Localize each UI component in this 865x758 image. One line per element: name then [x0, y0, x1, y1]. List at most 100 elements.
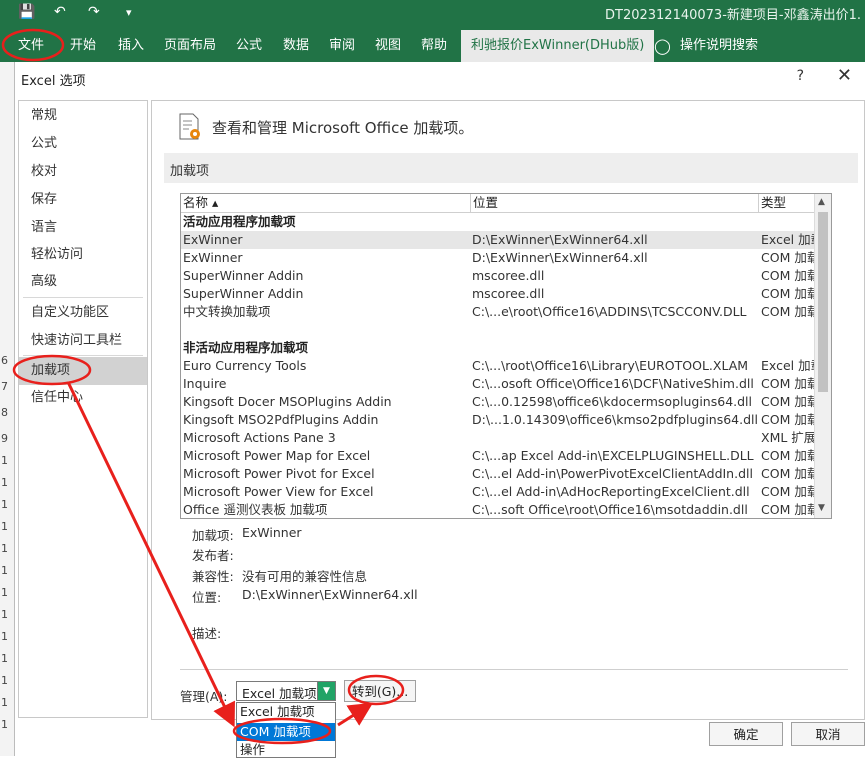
- column-name[interactable]: 名称 ▴: [181, 194, 471, 212]
- add-ins-table: 名称 ▴ 位置 类型 活动应用程序加载项 ExWinner D:\ExWinne…: [180, 193, 832, 519]
- cell-type: COM 加载项: [761, 304, 815, 319]
- tab-home[interactable]: 开始: [70, 30, 96, 62]
- group-active: 活动应用程序加载项: [183, 214, 296, 229]
- tab-exwinner[interactable]: 利驰报价ExWinner(DHub版): [461, 30, 655, 62]
- table-row[interactable]: Microsoft Power Pivot for Excel C:\...el…: [181, 465, 815, 483]
- table-row[interactable]: Kingsoft Docer MSOPlugins Addin C:\...0.…: [181, 393, 815, 411]
- detail-description-label: 描述:: [192, 626, 222, 641]
- cell-name: Kingsoft Docer MSOPlugins Addin: [183, 394, 392, 409]
- excel-title-bar: 💾 ↶ ↷ ▾ DT202312140073-新建项目-邓鑫涛出价1. 文件 开…: [0, 0, 865, 62]
- option-actions[interactable]: 操作: [237, 741, 335, 757]
- redo-icon[interactable]: ↷: [88, 4, 100, 20]
- option-com-add-ins[interactable]: COM 加载项: [237, 723, 335, 741]
- cell-name: Microsoft Power View for Excel: [183, 484, 374, 499]
- cell-name: Kingsoft MSO2PdfPlugins Addin: [183, 412, 379, 427]
- tab-page-layout[interactable]: 页面布局: [164, 30, 216, 62]
- document-title: DT202312140073-新建项目-邓鑫涛出价1.: [605, 8, 861, 23]
- cell-name: SuperWinner Addin: [183, 268, 304, 283]
- nav-accessibility[interactable]: 轻松访问: [19, 242, 147, 268]
- scroll-down-icon[interactable]: ▼: [818, 503, 825, 513]
- cell-type: COM 加载项: [761, 376, 815, 391]
- nav-proofing[interactable]: 校对: [19, 159, 147, 185]
- cell-location: D:\ExWinner\ExWinner64.xll: [472, 250, 648, 265]
- row-number: 1: [1, 652, 8, 665]
- nav-quick-access-toolbar[interactable]: 快速访问工具栏: [19, 328, 147, 354]
- cell-type: COM 加载项: [761, 286, 815, 301]
- cell-location: mscoree.dll: [472, 286, 545, 301]
- manage-select[interactable]: Excel 加载项 ▼: [236, 681, 336, 701]
- scroll-up-icon[interactable]: ▲: [818, 197, 825, 207]
- table-row[interactable]: SuperWinner Addin mscoree.dll COM 加载项: [181, 267, 815, 285]
- chevron-down-icon[interactable]: ▼: [317, 682, 335, 700]
- cell-name: Microsoft Power Map for Excel: [183, 448, 371, 463]
- table-row[interactable]: Microsoft Actions Pane 3 XML 扩展包: [181, 429, 815, 447]
- options-nav: 常规 公式 校对 保存 语言 轻松访问 高级 自定义功能区 快速访问工具栏 加载…: [18, 100, 148, 718]
- ok-button[interactable]: 确定: [709, 722, 783, 746]
- table-row[interactable]: SuperWinner Addin mscoree.dll COM 加载项: [181, 285, 815, 303]
- section-label: 加载项: [170, 164, 210, 179]
- tab-data[interactable]: 数据: [283, 30, 309, 62]
- scroll-thumb[interactable]: [818, 212, 828, 392]
- table-row[interactable]: ExWinner D:\ExWinner\ExWinner64.xll Exce…: [181, 231, 815, 249]
- manage-divider: [180, 669, 848, 670]
- table-row[interactable]: ExWinner D:\ExWinner\ExWinner64.xll COM …: [181, 249, 815, 267]
- tab-insert[interactable]: 插入: [118, 30, 144, 62]
- nav-add-ins[interactable]: 加载项: [19, 357, 147, 385]
- table-row[interactable]: Euro Currency Tools C:\...\root\Office16…: [181, 357, 815, 375]
- help-button[interactable]: ?: [797, 68, 804, 84]
- table-scrollbar[interactable]: ▲ ▼: [814, 194, 831, 518]
- cell-type: COM 加载项: [761, 448, 815, 463]
- save-icon[interactable]: 💾: [18, 4, 35, 20]
- tab-formulas[interactable]: 公式: [236, 30, 262, 62]
- column-location[interactable]: 位置: [471, 194, 759, 212]
- detail-addin-value: ExWinner: [242, 525, 302, 540]
- cell-location: C:\...\root\Office16\Library\EUROTOOL.XL…: [472, 358, 749, 373]
- table-row[interactable]: Microsoft Power Map for Excel C:\...ap E…: [181, 447, 815, 465]
- cell-name: ExWinner: [183, 232, 243, 247]
- row-number: 8: [1, 406, 8, 419]
- tab-review[interactable]: 审阅: [329, 30, 355, 62]
- nav-customize-ribbon[interactable]: 自定义功能区: [19, 300, 147, 326]
- nav-save[interactable]: 保存: [19, 187, 147, 213]
- dialog-title: Excel 选项: [21, 74, 86, 89]
- row-number: 9: [1, 432, 8, 445]
- row-number: 1: [1, 696, 8, 709]
- nav-trust-center[interactable]: 信任中心: [19, 385, 147, 411]
- panel-header: 查看和管理 Microsoft Office 加载项。: [212, 119, 474, 137]
- row-number: 1: [1, 674, 8, 687]
- manage-select-value: Excel 加载项: [242, 686, 317, 701]
- nav-advanced[interactable]: 高级: [19, 269, 147, 295]
- manage-dropdown-list: Excel 加载项 COM 加载项 操作: [236, 702, 336, 758]
- cell-name: Microsoft Actions Pane 3: [183, 430, 336, 445]
- tell-me-search[interactable]: 操作说明搜索: [680, 30, 758, 62]
- nav-general[interactable]: 常规: [19, 103, 147, 129]
- table-row[interactable]: 中文转换加载项 C:\...e\root\Office16\ADDINS\TCS…: [181, 303, 815, 321]
- cell-name: SuperWinner Addin: [183, 286, 304, 301]
- lightbulb-icon: ◯: [654, 37, 671, 55]
- table-row[interactable]: Inquire C:\...osoft Office\Office16\DCF\…: [181, 375, 815, 393]
- cancel-button[interactable]: 取消: [791, 722, 865, 746]
- group-inactive: 非活动应用程序加载项: [183, 340, 309, 355]
- row-number: 1: [1, 542, 8, 555]
- column-type[interactable]: 类型: [759, 194, 815, 212]
- row-number: 1: [1, 498, 8, 511]
- nav-formulas[interactable]: 公式: [19, 131, 147, 157]
- customize-qat-icon[interactable]: ▾: [126, 6, 132, 19]
- ribbon-tabs: 文件 开始 插入 页面布局 公式 数据 审阅 视图 帮助 利驰报价ExWinne…: [0, 30, 865, 62]
- table-row[interactable]: Kingsoft MSO2PdfPlugins Addin D:\...1.0.…: [181, 411, 815, 429]
- option-excel-add-ins[interactable]: Excel 加载项: [237, 703, 335, 721]
- table-row[interactable]: Office 遥测仪表板 加载项 C:\...soft Office\root\…: [181, 501, 815, 518]
- tab-help[interactable]: 帮助: [421, 30, 447, 62]
- go-button[interactable]: 转到(G)...: [344, 680, 416, 702]
- row-number: 1: [1, 476, 8, 489]
- cell-type: COM 加载项: [761, 484, 815, 499]
- tab-file[interactable]: 文件: [18, 30, 44, 62]
- tab-view[interactable]: 视图: [375, 30, 401, 62]
- quick-access-toolbar: 💾 ↶ ↷ ▾ DT202312140073-新建项目-邓鑫涛出价1.: [0, 0, 865, 26]
- cell-name: Inquire: [183, 376, 227, 391]
- detail-compat-label: 兼容性:: [192, 569, 234, 584]
- table-row[interactable]: Microsoft Power View for Excel C:\...el …: [181, 483, 815, 501]
- close-button[interactable]: ✕: [837, 65, 852, 86]
- nav-language[interactable]: 语言: [19, 215, 147, 241]
- undo-icon[interactable]: ↶: [54, 4, 66, 20]
